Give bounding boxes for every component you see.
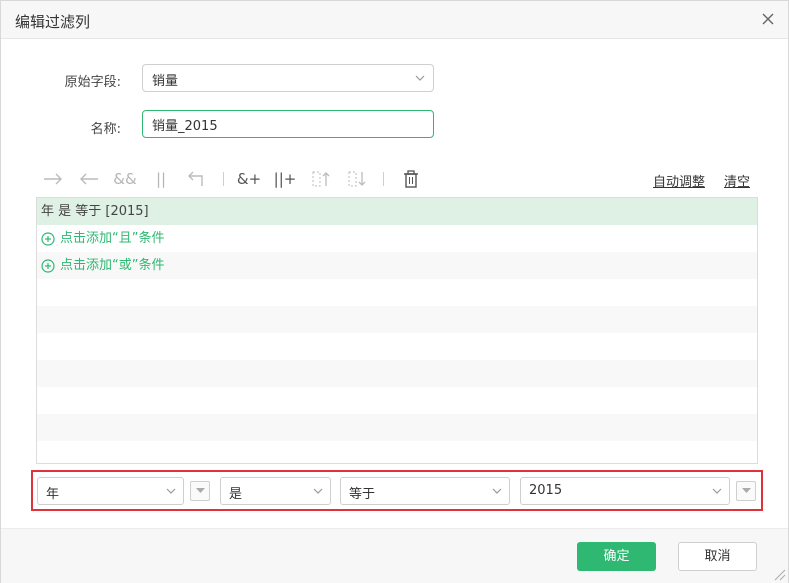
- condition-toolbar: && || &+ ||+ 自动调整 清空: [41, 165, 761, 193]
- caret-down-icon: [742, 488, 751, 493]
- field-options-toggle[interactable]: [190, 481, 210, 501]
- clear-link[interactable]: 清空: [724, 171, 750, 190]
- empty-row: [37, 360, 757, 387]
- or-icon[interactable]: ||: [149, 167, 173, 191]
- name-input[interactable]: [142, 110, 434, 138]
- operator-select[interactable]: 是: [220, 477, 331, 505]
- empty-row: [37, 441, 757, 463]
- plus-circle-icon: [41, 258, 55, 273]
- arrow-left-icon[interactable]: [77, 167, 101, 191]
- condition-list: 年 是 等于 [2015] 点击添加“且”条件 点击添加“或”条件: [36, 197, 758, 464]
- source-field-select[interactable]: 销量: [142, 64, 434, 92]
- caret-down-icon: [196, 488, 205, 493]
- and-icon[interactable]: &&: [113, 167, 137, 191]
- dialog-content: 原始字段: 销量 名称: && || &+ ||+: [1, 40, 788, 528]
- toolbar-divider: [223, 172, 224, 186]
- plus-circle-icon: [41, 231, 55, 246]
- condition-row[interactable]: 年 是 等于 [2015]: [37, 198, 757, 225]
- cancel-button[interactable]: 取消: [678, 542, 757, 571]
- empty-row: [37, 387, 757, 414]
- dialog-footer: 确定 取消: [1, 528, 788, 583]
- source-field-value: 销量: [152, 74, 179, 89]
- auto-adjust-link[interactable]: 自动调整: [653, 171, 705, 190]
- value-options-toggle[interactable]: [736, 481, 756, 501]
- move-up-icon[interactable]: [309, 167, 333, 191]
- add-and-condition-label: 点击添加“且”条件: [60, 231, 165, 246]
- source-field-label: 原始字段:: [64, 75, 121, 90]
- condition-editor: 年 是 等于 2015: [31, 470, 763, 511]
- add-or-condition-label: 点击添加“或”条件: [60, 258, 165, 273]
- operator-value: 是: [229, 487, 243, 502]
- comparator-value: 等于: [349, 487, 376, 502]
- ok-button[interactable]: 确定: [577, 542, 656, 571]
- dialog-title: 编辑过滤列: [15, 13, 91, 31]
- value-select[interactable]: 2015: [520, 477, 730, 505]
- chevron-down-icon: [712, 488, 722, 494]
- move-down-icon[interactable]: [345, 167, 369, 191]
- add-or-condition-link[interactable]: 点击添加“或”条件: [41, 252, 164, 279]
- add-or-icon[interactable]: ||+: [273, 167, 297, 191]
- toolbar-divider: [383, 172, 384, 186]
- add-and-icon[interactable]: &+: [237, 167, 261, 191]
- field-select[interactable]: 年: [37, 477, 184, 505]
- empty-row: [37, 414, 757, 441]
- chevron-down-icon: [166, 488, 176, 494]
- chevron-down-icon: [492, 488, 502, 494]
- add-and-condition-link[interactable]: 点击添加“且”条件: [41, 225, 164, 252]
- chevron-down-icon: [415, 75, 425, 81]
- delete-icon[interactable]: [399, 167, 423, 191]
- close-icon[interactable]: [758, 9, 778, 29]
- add-or-condition-row: 点击添加“或”条件: [37, 252, 757, 279]
- empty-row: [37, 306, 757, 333]
- edit-filter-column-dialog: 编辑过滤列 原始字段: 销量 名称: && ||: [0, 0, 789, 583]
- value-text: 2015: [529, 483, 563, 498]
- name-label: 名称:: [90, 122, 121, 137]
- resize-handle-icon[interactable]: [772, 567, 786, 581]
- comparator-select[interactable]: 等于: [340, 477, 510, 505]
- empty-row: [37, 279, 757, 306]
- empty-row: [37, 333, 757, 360]
- dialog-titlebar: 编辑过滤列: [1, 1, 788, 39]
- arrow-right-icon[interactable]: [41, 167, 65, 191]
- undo-turn-icon[interactable]: [185, 167, 209, 191]
- chevron-down-icon: [313, 488, 323, 494]
- add-and-condition-row: 点击添加“且”条件: [37, 225, 757, 252]
- field-value: 年: [46, 487, 60, 502]
